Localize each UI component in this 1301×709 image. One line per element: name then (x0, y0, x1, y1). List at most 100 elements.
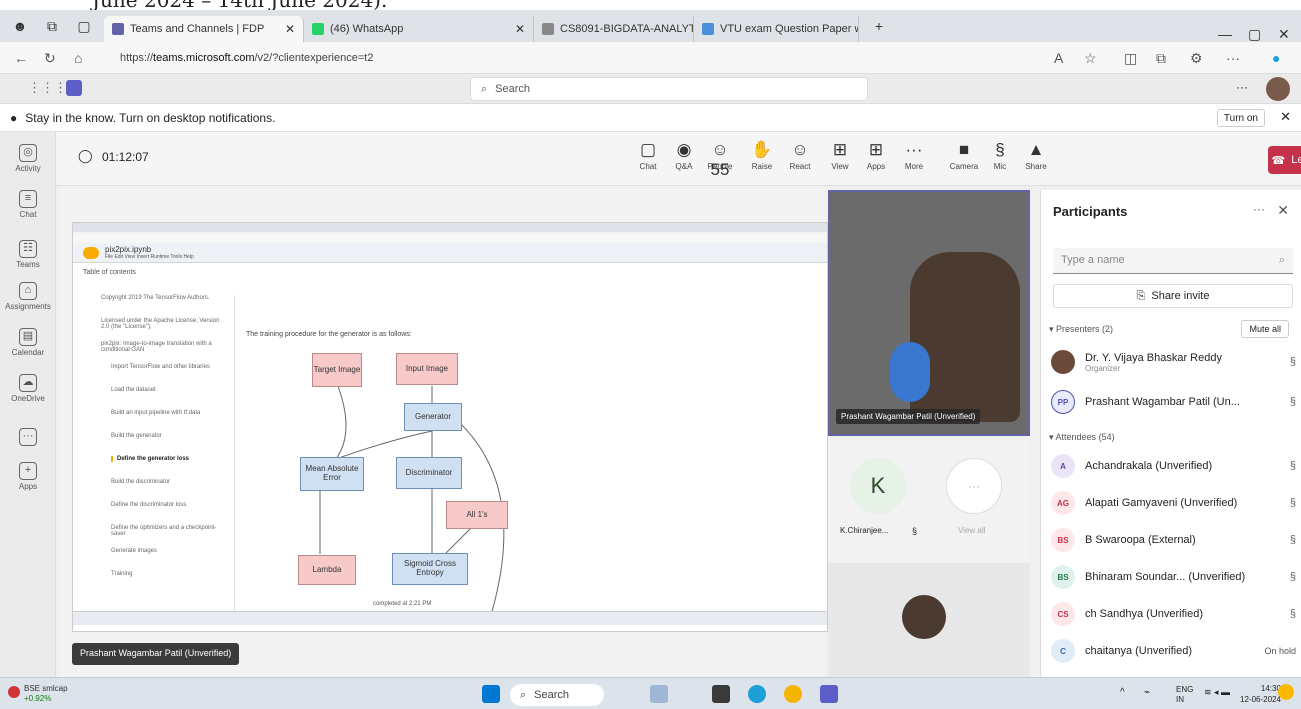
clock[interactable]: 14:30 12-06-2024 (1240, 683, 1281, 705)
teams-icon[interactable] (820, 685, 838, 703)
profile-icon[interactable]: ☻ (8, 15, 32, 37)
back-icon[interactable]: ← (14, 50, 28, 66)
participant-row[interactable]: CS ch Sandhya (Unverified) § (1051, 598, 1296, 630)
tab-close-icon[interactable]: ✕ (277, 22, 295, 36)
video-tile[interactable] (828, 563, 1030, 677)
start-icon[interactable] (482, 685, 500, 703)
toolbar-raise-hand-button[interactable]: ✋ Raise (742, 140, 782, 171)
close-icon[interactable]: ✕ (1277, 202, 1289, 219)
turn-on-button[interactable]: Turn on (1216, 109, 1265, 127)
rail-item-teams[interactable]: ☷ Teams (0, 240, 56, 269)
participant-row[interactable]: Dr. Y. Vijaya Bhaskar Reddy Organizer § (1051, 346, 1296, 378)
participant-row[interactable]: A Achandrakala (Unverified) § (1051, 450, 1296, 482)
leave-button[interactable]: ☎Leave⌄ (1268, 146, 1301, 174)
toc-item[interactable]: Define the generator loss (111, 456, 221, 462)
toc-item[interactable]: Define the optimizers and a checkpoint-s… (111, 525, 221, 537)
toolbar-apps-button[interactable]: ⊞ Apps (856, 140, 896, 171)
rail-item-calendar[interactable]: ▤ Calendar (0, 328, 56, 357)
maximize-icon[interactable]: ▢ (1248, 26, 1261, 43)
rail-item-assignments[interactable]: ⌂ Assignments (0, 282, 56, 311)
browser-tab[interactable]: CS8091-BIGDATA-ANALYTICS-C✕ (534, 16, 694, 42)
settings-more-icon[interactable]: ··· (1226, 50, 1240, 66)
participant-row[interactable]: AG Alapati Gamyaveni (Unverified) § (1051, 487, 1296, 519)
rail-item-activity[interactable]: ◎ Activity (0, 144, 56, 173)
language-indicator[interactable]: ENG IN (1176, 685, 1193, 705)
close-window-icon[interactable]: ✕ (1278, 26, 1290, 43)
toc-item[interactable]: Load the dataset (111, 387, 221, 393)
toc-item[interactable]: Build the discriminator (111, 479, 221, 485)
toc-item[interactable]: Licensed under the Apache License, Versi… (101, 318, 221, 330)
onedrive-icon[interactable]: ⌁ (1144, 687, 1150, 698)
collections-icon[interactable]: ⧉ (1156, 50, 1166, 67)
read-aloud-icon[interactable]: A (1054, 50, 1063, 66)
edge-icon[interactable] (748, 685, 766, 703)
share-invite-button[interactable]: ⎘ Share invite (1053, 284, 1293, 308)
wifi-volume-battery-icon[interactable]: ≋ ◂ ▬ (1204, 687, 1230, 698)
toc-item[interactable]: Build an input pipeline with tf.data (111, 410, 221, 416)
toolbar-view-button[interactable]: ⊞ View (820, 140, 860, 171)
copilot-icon[interactable]: ● (1272, 50, 1280, 66)
toolbar-more-button[interactable]: ··· More (894, 140, 934, 171)
toc-item[interactable]: Build the generator (111, 433, 221, 439)
minimize-icon[interactable]: — (1218, 26, 1232, 42)
find-participant-input[interactable]: Type a name ⌕ (1053, 248, 1293, 274)
mic-off-icon[interactable]: § (1278, 534, 1296, 546)
presenters-header[interactable]: ▾ Presenters (2) (1049, 324, 1113, 335)
search-input[interactable]: ⌕ Search (470, 77, 868, 101)
mute-all-button[interactable]: Mute all (1241, 320, 1289, 338)
taskbar-search[interactable]: ⌕ Search (510, 684, 604, 706)
url-field[interactable]: https://teams.microsoft.com/v2/?clientex… (100, 47, 820, 69)
mic-off-icon[interactable]: § (1278, 460, 1296, 472)
tab-actions-icon[interactable]: ▢ (72, 15, 96, 37)
tab-close-icon[interactable]: ✕ (507, 22, 525, 36)
mic-on-icon[interactable]: § (1278, 396, 1296, 408)
toolbar-camera-button[interactable]: ■ Camera (944, 140, 984, 171)
avatar[interactable] (1266, 77, 1290, 101)
participant-row[interactable]: BS Bhinaram Soundar... (Unverified) § (1051, 561, 1296, 593)
video-tile[interactable]: Prashant Wagambar Patil (Unverified) (828, 190, 1030, 436)
rail-item-chat[interactable]: ≡ Chat (0, 190, 56, 219)
mic-off-icon[interactable]: § (1278, 356, 1296, 368)
participant-row[interactable]: PP Prashant Wagambar Patil (Un... § (1051, 386, 1296, 418)
more-options-icon[interactable]: ··· (1236, 80, 1248, 94)
toc-item[interactable]: Import TensorFlow and other libraries (111, 364, 221, 370)
toolbar-react-button[interactable]: ☺ React (780, 140, 820, 171)
mic-off-icon[interactable]: § (1278, 571, 1296, 583)
split-screen-icon[interactable]: ◫ (1124, 50, 1137, 67)
chrome-icon[interactable] (784, 685, 802, 703)
mic-off-icon[interactable]: § (1278, 608, 1296, 620)
copilot-icon[interactable] (1278, 684, 1294, 700)
browser-tab[interactable]: (46) WhatsApp ✕ (304, 16, 534, 42)
rail-item-onedrive[interactable]: ☁ OneDrive (0, 374, 56, 403)
toc-item[interactable]: Copyright 2019 The TensorFlow Authors. (101, 295, 221, 301)
mic-off-icon[interactable]: § (1278, 497, 1296, 509)
file-explorer-icon[interactable] (712, 685, 730, 703)
participant-row[interactable]: BS B Swaroopa (External) § (1051, 524, 1296, 556)
ticker-widget[interactable]: BSE smlcap +0.92% (24, 684, 68, 704)
browser-tab[interactable]: Teams and Channels | FDP ✕ (104, 16, 304, 42)
toc-item[interactable]: Training (111, 571, 221, 577)
workspaces-icon[interactable]: ⧉ (40, 15, 64, 37)
participant-row[interactable]: Cchaitanya (Unverified) On hold (1051, 635, 1296, 667)
avatar[interactable]: K (850, 458, 906, 514)
close-icon[interactable]: ✕ (1280, 109, 1291, 125)
toc-item[interactable]: pix2pix: Image-to-image translation with… (101, 341, 221, 353)
extensions-icon[interactable]: ⚙ (1190, 50, 1203, 67)
refresh-icon[interactable]: ↻ (44, 50, 56, 67)
toolbar-mic-button[interactable]: § Mic (980, 140, 1020, 171)
toolbar-qa-button[interactable]: ◉ Q&A (664, 140, 704, 171)
favorite-icon[interactable]: ☆ (1084, 50, 1097, 67)
new-tab-icon[interactable]: + (867, 15, 891, 37)
tray-chevron-icon[interactable]: ^ (1120, 687, 1125, 698)
view-all-button[interactable]: ··· (946, 458, 1002, 514)
rail-item-apps[interactable]: + Apps (0, 462, 56, 491)
toolbar-people-button[interactable]: ☺ 55 People (700, 140, 740, 179)
app-launcher-icon[interactable]: ⋮⋮⋮ (28, 80, 67, 96)
widgets-icon[interactable] (650, 685, 668, 703)
toc-item[interactable]: Generate images (111, 548, 221, 554)
attendees-header[interactable]: ▾ Attendees (54) (1049, 432, 1115, 443)
toolbar-chat-button[interactable]: ▢ Chat (628, 140, 668, 171)
browser-tab[interactable]: VTU exam Question Paper with✕ (694, 16, 859, 42)
toolbar-share-button[interactable]: ▲ Share (1016, 140, 1056, 171)
home-icon[interactable]: ⌂ (74, 50, 82, 66)
